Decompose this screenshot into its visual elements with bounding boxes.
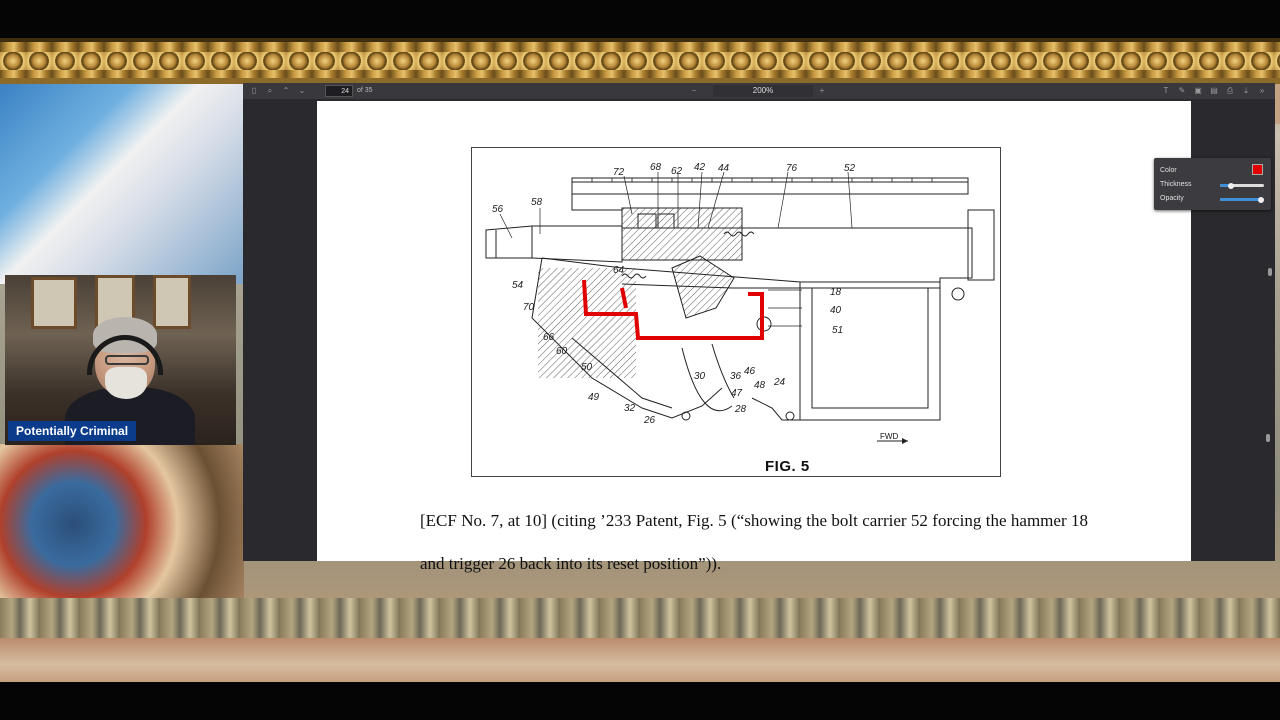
pdf-viewer-window: ▯ ⌕ ⌃ ⌄ 24 of 35 − 200% + T ✎ ▣ ▤ ⎙ ⤓ » <box>243 83 1275 573</box>
thickness-slider-thumb[interactable] <box>1228 182 1234 189</box>
ref-number: 47 <box>731 388 743 399</box>
ref-number: 51 <box>832 325 843 336</box>
ref-number: 68 <box>650 162 662 173</box>
color-label: Color <box>1160 167 1177 174</box>
ref-number: 54 <box>512 280 524 291</box>
ref-number: 46 <box>744 366 756 377</box>
ref-number: 44 <box>718 163 730 174</box>
opacity-label: Opacity <box>1160 195 1184 202</box>
patent-figure: 72 68 62 42 44 76 52 56 58 54 64 70 66 6… <box>471 147 1001 477</box>
pdf-page: 72 68 62 42 44 76 52 56 58 54 64 70 66 6… <box>317 101 1271 573</box>
fwd-label: FWD <box>880 432 899 441</box>
ref-number: 52 <box>844 163 856 174</box>
painting-sky <box>0 84 244 284</box>
ref-number: 40 <box>830 305 842 316</box>
ref-number: 62 <box>671 166 683 177</box>
print-icon[interactable]: ⎙ <box>1225 86 1235 96</box>
wall-frame <box>31 277 77 329</box>
letterbox-bottom <box>0 682 1280 720</box>
save-icon[interactable]: ⤓ <box>1241 86 1251 96</box>
next-page-icon[interactable]: ⌄ <box>297 86 307 96</box>
color-picker[interactable] <box>1252 164 1263 175</box>
page-count-label: of 35 <box>357 87 373 94</box>
ref-number: 42 <box>694 162 706 173</box>
open-file-icon[interactable]: ▤ <box>1209 86 1219 96</box>
more-tools-icon[interactable]: » <box>1257 86 1267 96</box>
opacity-slider[interactable] <box>1220 196 1264 203</box>
draw-tool-icon[interactable]: ✎ <box>1177 86 1187 96</box>
ref-number: 26 <box>643 415 656 426</box>
ref-number: 76 <box>786 163 798 174</box>
find-icon[interactable]: ⌕ <box>265 86 275 96</box>
ref-number: 50 <box>581 362 593 373</box>
annotation-settings-panel: Color Thickness Opacity <box>1154 158 1271 210</box>
letterbox-top <box>0 0 1280 38</box>
ref-number: 58 <box>531 197 543 208</box>
ref-number: 36 <box>730 371 742 382</box>
zoom-in-icon[interactable]: + <box>817 86 827 96</box>
scrollbar-marker[interactable] <box>1268 268 1272 276</box>
wall-frame <box>153 275 191 329</box>
webcam-feed <box>5 275 236 445</box>
ref-number: 32 <box>624 403 636 414</box>
sidebar-toggle-icon[interactable]: ▯ <box>249 86 259 96</box>
scrollbar-marker[interactable] <box>1266 434 1270 442</box>
ref-number: 48 <box>754 380 766 391</box>
name-tag: Potentially Criminal <box>8 421 137 441</box>
page-number-input[interactable]: 24 <box>325 85 353 97</box>
thickness-slider[interactable] <box>1220 182 1264 189</box>
ref-number: 56 <box>492 204 504 215</box>
ref-number: 28 <box>734 404 747 415</box>
ref-number: 49 <box>588 392 600 403</box>
ref-number: 30 <box>694 371 706 382</box>
image-tool-icon[interactable]: ▣ <box>1193 86 1203 96</box>
patent-drawing: 72 68 62 42 44 76 52 56 58 54 64 70 66 6… <box>485 162 995 444</box>
thickness-label: Thickness <box>1160 181 1192 188</box>
ref-number: 72 <box>613 167 625 178</box>
zoom-select[interactable]: 200% <box>713 85 813 97</box>
pdf-toolbar: ▯ ⌕ ⌃ ⌄ 24 of 35 − 200% + T ✎ ▣ ▤ ⎙ ⤓ » <box>243 83 1275 99</box>
painting-lower-strip <box>0 638 1280 682</box>
citation-paragraph: [ECF No. 7, at 10] (citing ’233 Patent, … <box>420 511 1088 573</box>
zoom-out-icon[interactable]: − <box>689 86 699 96</box>
ref-number: 66 <box>543 332 555 343</box>
ref-number: 70 <box>523 302 535 313</box>
opacity-slider-thumb[interactable] <box>1258 196 1264 203</box>
ornate-frame <box>0 38 1280 84</box>
ref-number: 24 <box>773 377 786 388</box>
text-tool-icon[interactable]: T <box>1161 86 1171 96</box>
figure-caption: FIG. 5 <box>765 458 810 475</box>
ref-number: 64 <box>613 265 625 276</box>
ref-number: 18 <box>830 287 842 298</box>
previous-page-icon[interactable]: ⌃ <box>281 86 291 96</box>
ref-number: 60 <box>556 346 568 357</box>
